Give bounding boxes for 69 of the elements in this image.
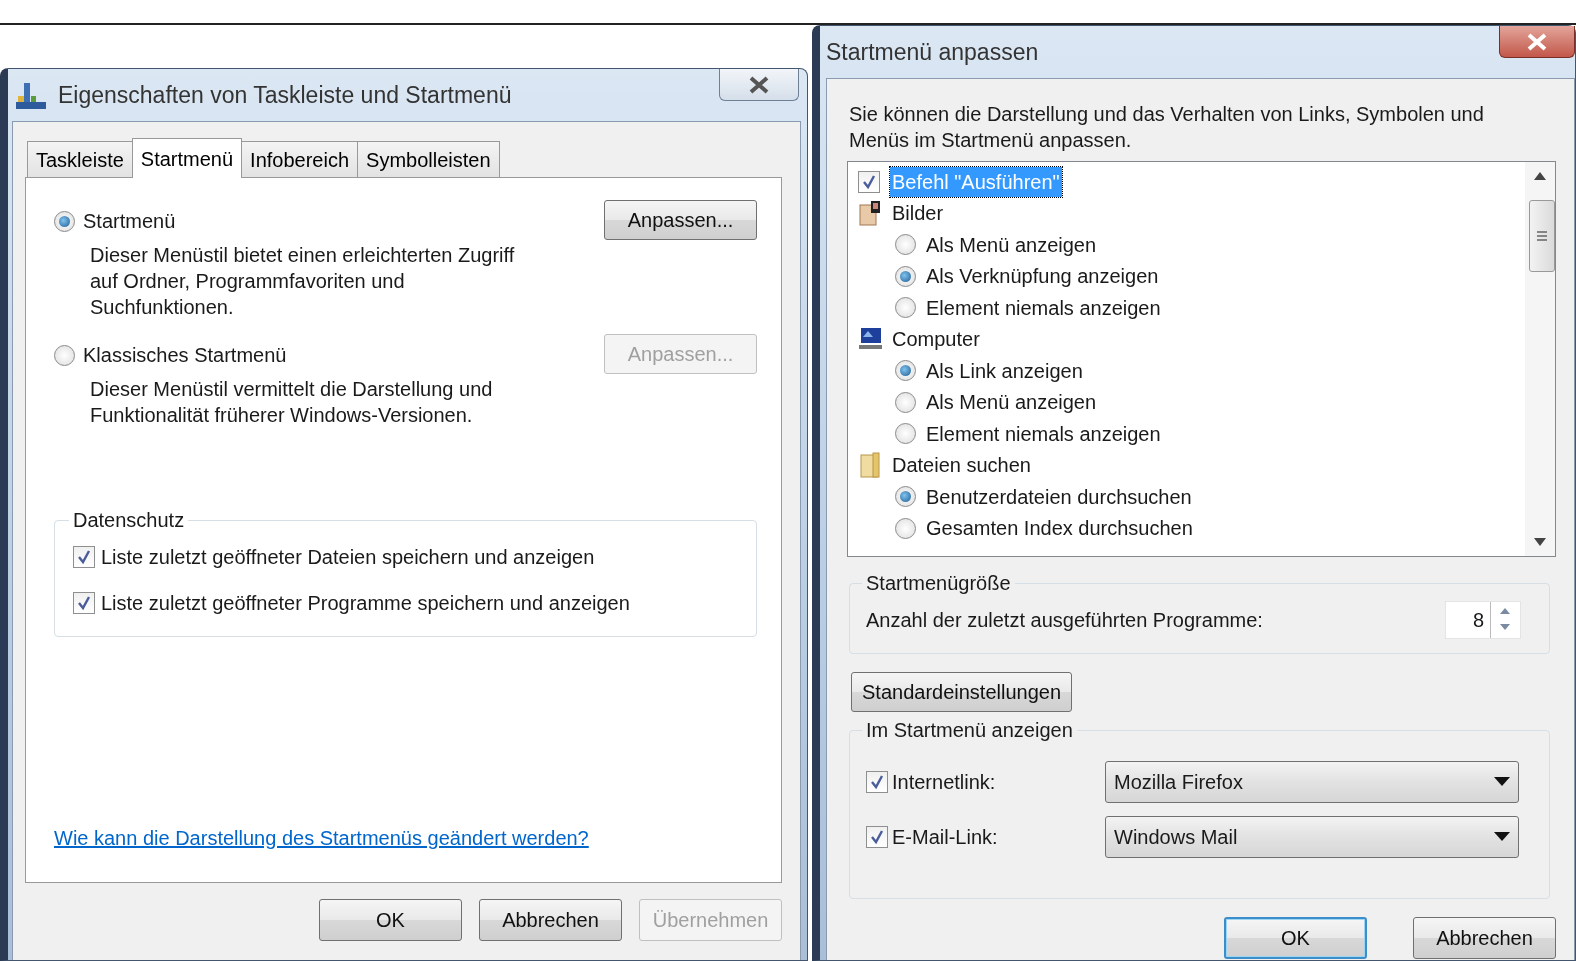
option-description: Dieser Menüstil vermittelt die Darstellung und Funktionalität früherer Windows-Versionen. — [90, 377, 494, 428]
dialog-button[interactable]: OK — [319, 899, 462, 941]
checkbox[interactable] — [73, 546, 95, 568]
checkbox-label: Liste zuletzt geöffneter Programme speichern und anzeigen — [101, 591, 630, 616]
radio-button[interactable] — [54, 344, 75, 366]
close-button[interactable] — [719, 69, 799, 101]
customize-button[interactable]: Anpassen... — [604, 200, 757, 240]
tree-group-label: Computer — [892, 327, 980, 353]
grip-icon — [1537, 230, 1547, 242]
folder-icon — [858, 451, 882, 480]
help-link[interactable]: Wie kann die Darstellung des Startmenüs geändert werden? — [54, 823, 589, 853]
dropdown[interactable]: Windows Mail — [1105, 815, 1519, 858]
radio-button[interactable] — [895, 517, 916, 539]
radio-label: Gesamten Index durchsuchen — [926, 516, 1193, 542]
intro-text: Sie können die Darstellung und das Verhalten von Links, Symbolen und Menüs im Startmenü anpassen. — [849, 102, 1485, 153]
close-icon — [748, 75, 770, 94]
radio-label: Als Menü anzeigen — [926, 390, 1097, 416]
radio-button[interactable] — [895, 360, 916, 382]
tab[interactable]: Taskleiste — [27, 141, 133, 177]
radio-button[interactable] — [895, 297, 916, 319]
scrollbar-thumb[interactable] — [1529, 200, 1555, 272]
dropdown[interactable]: Mozilla Firefox — [1105, 760, 1519, 803]
tab[interactable]: Startmenü — [131, 138, 243, 178]
group-label: Datenschutz — [72, 510, 186, 530]
radio-button[interactable] — [895, 234, 916, 256]
tree-group-label: Bilder — [892, 201, 944, 227]
reset-button[interactable]: Standardeinstellungen — [851, 672, 1073, 712]
caret-icon — [1494, 832, 1510, 841]
close-icon — [1526, 32, 1548, 51]
group-label: Startmenügröße — [865, 573, 1012, 593]
checkbox[interactable] — [858, 170, 880, 193]
scroll-down-icon — [1534, 538, 1546, 546]
option-label: Klassisches Startmenü — [83, 343, 287, 368]
checkbox-label: E-Mail-Link: — [892, 824, 998, 850]
checkbox[interactable] — [866, 825, 888, 848]
radio-label: Element niemals anzeigen — [926, 295, 1161, 321]
dialog-button[interactable]: OK — [1224, 917, 1367, 959]
number-spinner[interactable]: 8 — [1445, 601, 1521, 639]
dialog-button[interactable]: Abbrechen — [1413, 917, 1556, 959]
tab[interactable]: Infobereich — [241, 141, 359, 177]
tab[interactable]: Symbolleisten — [357, 141, 500, 177]
scroll-up-icon — [1534, 172, 1546, 180]
radio-button[interactable] — [895, 486, 916, 508]
radio-label: Benutzerdateien durchsuchen — [926, 484, 1192, 510]
checkbox[interactable] — [866, 770, 888, 793]
checkbox-label: Liste zuletzt geöffneter Dateien speichern und anzeigen — [101, 545, 595, 570]
scrollbar[interactable] — [1525, 162, 1555, 556]
radio-button[interactable] — [895, 423, 916, 445]
close-button[interactable] — [1499, 26, 1575, 58]
caret-icon — [1494, 777, 1510, 786]
field-label: Anzahl der zuletzt ausgeführten Programme: — [866, 608, 1263, 633]
tree-group-label: Dateien suchen — [892, 453, 1031, 479]
radio-label: Als Link anzeigen — [926, 358, 1083, 384]
radio-button[interactable] — [54, 210, 75, 232]
photo-folder-icon — [858, 199, 882, 228]
taskbar-app-icon — [14, 80, 48, 110]
dialog-button[interactable]: Abbrechen — [479, 899, 622, 941]
window-title: Startmenü anpassen — [826, 37, 1039, 67]
group-label: Im Startmenü anzeigen — [865, 720, 1074, 740]
option-label: Startmenü — [83, 209, 176, 234]
radio-label: Als Verknüpfung anzeigen — [926, 264, 1159, 290]
option-description: Dieser Menüstil bietet einen erleichterten Zugriff auf Ordner, Programmfavoriten und Suchfunktionen. — [90, 243, 515, 320]
radio-button[interactable] — [895, 391, 916, 413]
checkbox[interactable] — [73, 592, 95, 614]
checkbox-label: Internetlink: — [892, 769, 996, 795]
radio-label: Als Menü anzeigen — [926, 232, 1097, 258]
radio-label: Element niemals anzeigen — [926, 421, 1161, 447]
radio-button[interactable] — [895, 265, 916, 287]
window-title: Eigenschaften von Taskleiste und Startmenü — [58, 80, 512, 110]
